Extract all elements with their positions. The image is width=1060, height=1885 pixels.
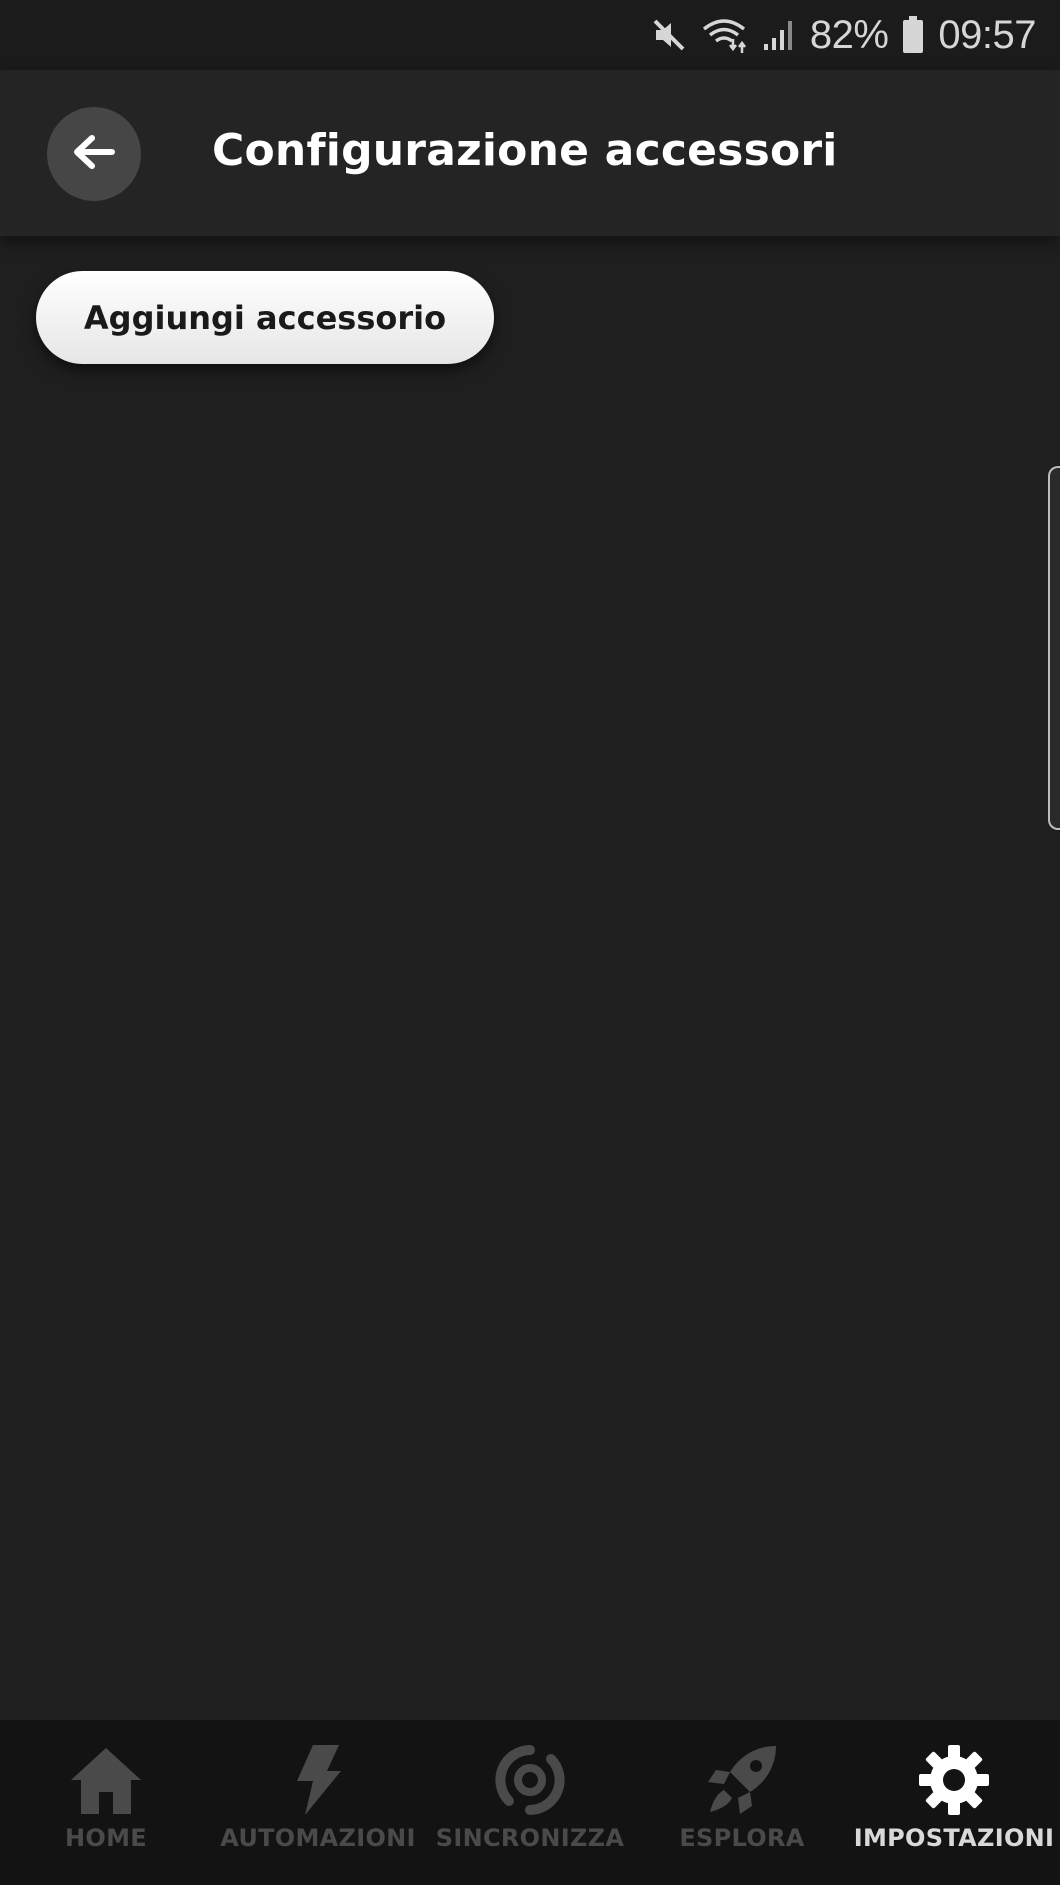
- back-button[interactable]: [47, 107, 141, 201]
- status-bar: 82% 09:57: [0, 0, 1060, 70]
- nav-item-home[interactable]: HOME: [0, 1720, 212, 1885]
- mute-icon: [652, 18, 686, 52]
- gear-icon: [917, 1742, 991, 1818]
- nav-label: HOME: [65, 1824, 147, 1852]
- nav-label: SINCRONIZZA: [435, 1824, 625, 1852]
- clock: 09:57: [938, 12, 1036, 57]
- nav-item-esplora[interactable]: ESPLORA: [636, 1720, 848, 1885]
- wifi-icon: [700, 17, 748, 53]
- nav-label: ESPLORA: [679, 1824, 805, 1852]
- nav-item-sincronizza[interactable]: SINCRONIZZA: [424, 1720, 636, 1885]
- rocket-icon: [704, 1742, 780, 1818]
- nav-label: AUTOMAZIONI: [220, 1824, 416, 1852]
- sync-icon: [493, 1742, 567, 1818]
- nav-item-automazioni[interactable]: AUTOMAZIONI: [212, 1720, 424, 1885]
- battery-percent: 82%: [809, 12, 889, 57]
- nav-label: IMPOSTAZIONI: [853, 1824, 1055, 1852]
- app-screen: 82% 09:57 Configurazione accessori Aggiu…: [0, 0, 1060, 1885]
- app-header: Configurazione accessori: [0, 70, 1060, 236]
- house-icon: [69, 1742, 143, 1818]
- arrow-left-icon: [72, 134, 116, 175]
- battery-icon: [902, 16, 924, 54]
- signal-icon: [762, 18, 796, 52]
- lightning-icon: [293, 1742, 343, 1818]
- edge-panel-handle[interactable]: [1048, 466, 1060, 830]
- bottom-navigation: HOME AUTOMAZIONI SINCRONIZZA ESPLORA IMP…: [0, 1720, 1060, 1885]
- page-title: Configurazione accessori: [212, 125, 838, 176]
- add-accessory-button[interactable]: Aggiungi accessorio: [36, 271, 494, 364]
- nav-item-impostazioni[interactable]: IMPOSTAZIONI: [848, 1720, 1060, 1885]
